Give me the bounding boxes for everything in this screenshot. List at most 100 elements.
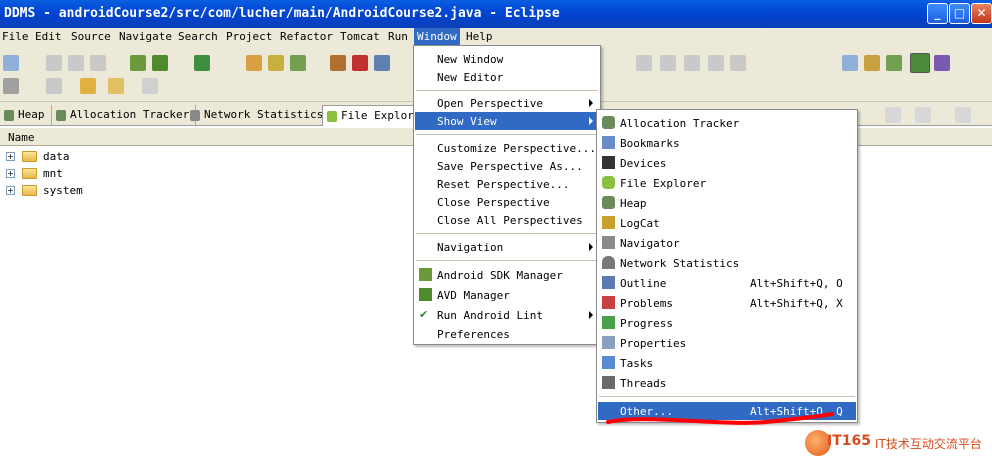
minimize-button[interactable]: _ xyxy=(927,3,948,24)
tab-network-statistics[interactable]: Network Statistics xyxy=(186,105,331,126)
menu-edit[interactable]: Edit xyxy=(35,30,62,43)
menu-window[interactable]: Window xyxy=(414,28,460,46)
menu-item-problems[interactable]: Problems Alt+Shift+Q, X xyxy=(598,294,856,312)
save-all-icon[interactable] xyxy=(68,55,84,71)
forward-icon[interactable] xyxy=(142,78,158,94)
menu-item-label: Show View xyxy=(437,115,497,128)
menu-item-label: Run Android Lint xyxy=(437,309,543,322)
menu-project[interactable]: Project xyxy=(226,30,272,43)
menu-refactor[interactable]: Refactor xyxy=(280,30,333,43)
screen-capture-icon[interactable] xyxy=(374,55,390,71)
android-sdk-icon[interactable] xyxy=(130,55,146,71)
menu-source[interactable]: Source xyxy=(71,30,111,43)
menu-item-new-window[interactable]: New Window xyxy=(415,50,599,68)
submenu-arrow-icon xyxy=(589,117,593,125)
menu-item-heap[interactable]: Heap xyxy=(598,194,856,212)
avd-icon[interactable] xyxy=(152,55,168,71)
menu-search[interactable]: Search xyxy=(178,30,218,43)
maximize-button[interactable]: □ xyxy=(949,3,970,24)
menu-item-android-sdk-manager[interactable]: Android SDK Manager xyxy=(415,266,599,284)
watermark-brand: IT165 xyxy=(827,433,871,449)
menu-item-avd-manager[interactable]: AVD Manager xyxy=(415,286,599,304)
new-project-icon[interactable] xyxy=(246,55,262,71)
markers-icon[interactable] xyxy=(684,55,700,71)
page-icon[interactable] xyxy=(708,55,724,71)
print-icon[interactable] xyxy=(90,55,106,71)
folder-icon xyxy=(22,185,37,196)
menu-item-open-perspective[interactable]: Open Perspective xyxy=(415,94,599,112)
hierarchy-perspective-icon[interactable] xyxy=(934,55,950,71)
minimize-view-icon[interactable] xyxy=(885,107,901,123)
network-icon xyxy=(602,256,615,269)
new-class-icon[interactable] xyxy=(268,55,284,71)
menu-item-label: Open Perspective xyxy=(437,97,543,110)
debug-icon[interactable] xyxy=(330,55,346,71)
menu-item-navigation[interactable]: Navigation xyxy=(415,238,599,256)
menu-tomcat[interactable]: Tomcat xyxy=(340,30,380,43)
expand-icon[interactable]: + xyxy=(6,186,15,195)
menu-item-label: Reset Perspective... xyxy=(437,178,570,191)
menu-item-tasks[interactable]: Tasks xyxy=(598,354,856,372)
menu-item-bookmarks[interactable]: Bookmarks xyxy=(598,134,856,152)
menu-item-customize-perspective[interactable]: Customize Perspective... xyxy=(415,139,599,157)
menu-item-new-editor[interactable]: New Editor xyxy=(415,68,599,86)
device-icon xyxy=(602,156,615,169)
menu-item-outline[interactable]: Outline Alt+Shift+Q, O xyxy=(598,274,856,292)
menu-item-logcat[interactable]: LogCat xyxy=(598,214,856,232)
menu-item-close-all-perspectives[interactable]: Close All Perspectives xyxy=(415,211,599,229)
maximize-view-icon[interactable] xyxy=(955,107,971,123)
navigator-icon xyxy=(602,236,615,249)
expand-icon[interactable]: + xyxy=(6,169,15,178)
menu-help[interactable]: Help xyxy=(466,30,493,43)
tree-row-label: system xyxy=(43,184,83,197)
tab-label: Heap xyxy=(18,108,45,121)
menu-item-label: Navigation xyxy=(437,241,504,254)
add-icon[interactable] xyxy=(915,107,931,123)
stop-icon[interactable] xyxy=(352,55,368,71)
last-edit-icon[interactable] xyxy=(80,78,96,94)
save-icon[interactable] xyxy=(46,55,62,71)
menu-item-show-view[interactable]: Show View xyxy=(415,112,599,130)
debug-perspective-icon[interactable] xyxy=(886,55,902,71)
menu-item-network-statistics[interactable]: Network Statistics xyxy=(598,254,856,272)
open-type-icon[interactable] xyxy=(3,78,19,94)
menu-navigate[interactable]: Navigate xyxy=(119,30,172,43)
pen-icon[interactable] xyxy=(660,55,676,71)
menu-item-reset-perspective[interactable]: Reset Perspective... xyxy=(415,175,599,193)
menu-item-label: Close All Perspectives xyxy=(437,214,583,227)
back-icon[interactable] xyxy=(108,78,124,94)
search-icon[interactable] xyxy=(46,78,62,94)
menu-item-label: Android SDK Manager xyxy=(437,269,563,282)
menu-item-preferences[interactable]: Preferences xyxy=(415,325,599,343)
tab-heap[interactable]: Heap xyxy=(0,105,52,126)
paragraph-icon[interactable] xyxy=(730,55,746,71)
menu-item-allocation-tracker[interactable]: Allocation Tracker xyxy=(598,114,856,132)
menu-item-run-android-lint[interactable]: ✔ Run Android Lint xyxy=(415,306,599,324)
menu-item-label: Threads xyxy=(620,377,667,390)
menu-item-progress[interactable]: Progress xyxy=(598,314,856,332)
ddms-perspective-icon[interactable] xyxy=(910,53,930,73)
menu-item-file-explorer[interactable]: File Explorer xyxy=(598,174,856,192)
menu-item-properties[interactable]: Properties xyxy=(598,334,856,352)
avd-icon xyxy=(419,288,432,301)
java-perspective-icon[interactable] xyxy=(864,55,880,71)
menu-item-navigator[interactable]: Navigator xyxy=(598,234,856,252)
annotation-icon[interactable] xyxy=(636,55,652,71)
menu-item-save-perspective-as[interactable]: Save Perspective As... xyxy=(415,157,599,175)
menu-file[interactable]: File xyxy=(2,30,29,43)
show-view-submenu: Allocation Tracker Bookmarks Devices Fil… xyxy=(596,109,858,423)
problems-icon xyxy=(602,296,615,309)
menu-run[interactable]: Run xyxy=(388,30,408,43)
open-perspective-icon[interactable] xyxy=(842,55,858,71)
new-package-icon[interactable] xyxy=(290,55,306,71)
expand-icon[interactable]: + xyxy=(6,152,15,161)
tab-file-explorer[interactable]: File Explorer xyxy=(322,105,418,126)
menu-item-threads[interactable]: Threads xyxy=(598,374,856,392)
tasks-icon xyxy=(602,356,615,369)
close-button[interactable]: ✕ xyxy=(971,3,992,24)
menu-item-devices[interactable]: Devices xyxy=(598,154,856,172)
new-icon[interactable] xyxy=(3,55,19,71)
checkmark-icon[interactable] xyxy=(194,55,210,71)
tab-allocation-tracker[interactable]: Allocation Tracker xyxy=(52,105,197,126)
menu-item-close-perspective[interactable]: Close Perspective xyxy=(415,193,599,211)
